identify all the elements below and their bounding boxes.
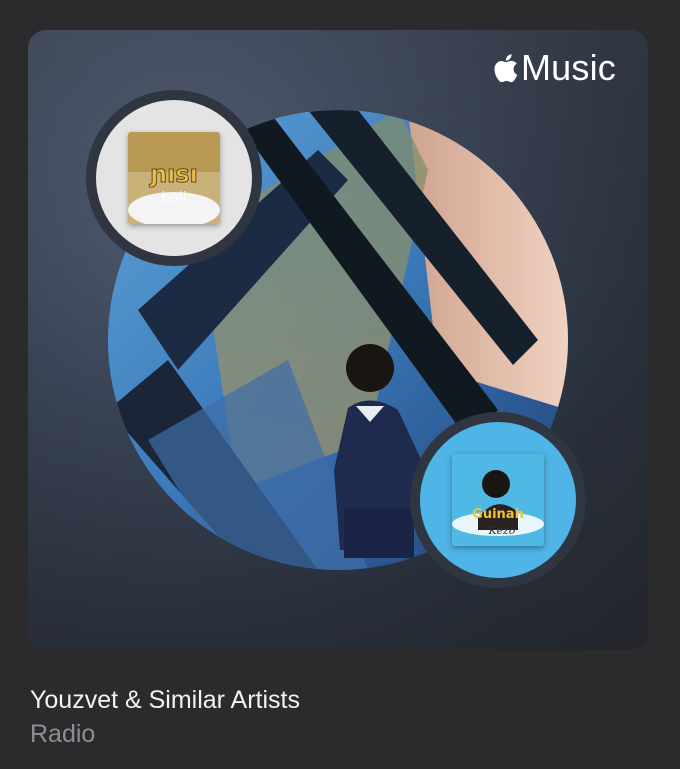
apple-music-logo: Music bbox=[489, 48, 616, 88]
station-type: Radio bbox=[30, 720, 96, 748]
station-title[interactable]: Youzvet & Similar Artists bbox=[30, 684, 300, 716]
brand-wordmark: Music bbox=[520, 47, 616, 88]
related-album-1[interactable]: ɲısı bali bbox=[86, 90, 262, 266]
related-album-2[interactable]: Guinah Kezo bbox=[410, 412, 586, 588]
svg-text:ɲısı: ɲısı bbox=[149, 160, 198, 188]
album-cover-1: ɲısı bali bbox=[128, 132, 220, 224]
apple-logo-icon bbox=[494, 54, 518, 83]
album-cover-2: Guinah Kezo bbox=[452, 454, 544, 546]
svg-text:Guinah: Guinah bbox=[472, 507, 524, 522]
radio-station-view: Music ɲısı bali Guinah Kezo Youzvet & Si… bbox=[0, 0, 680, 769]
station-info[interactable]: Youzvet & Similar Artists Radio bbox=[30, 684, 300, 750]
station-artwork[interactable]: Music ɲısı bali Guinah Kezo bbox=[28, 30, 648, 650]
svg-text:bali: bali bbox=[161, 190, 186, 206]
svg-text:Kezo: Kezo bbox=[488, 524, 516, 537]
